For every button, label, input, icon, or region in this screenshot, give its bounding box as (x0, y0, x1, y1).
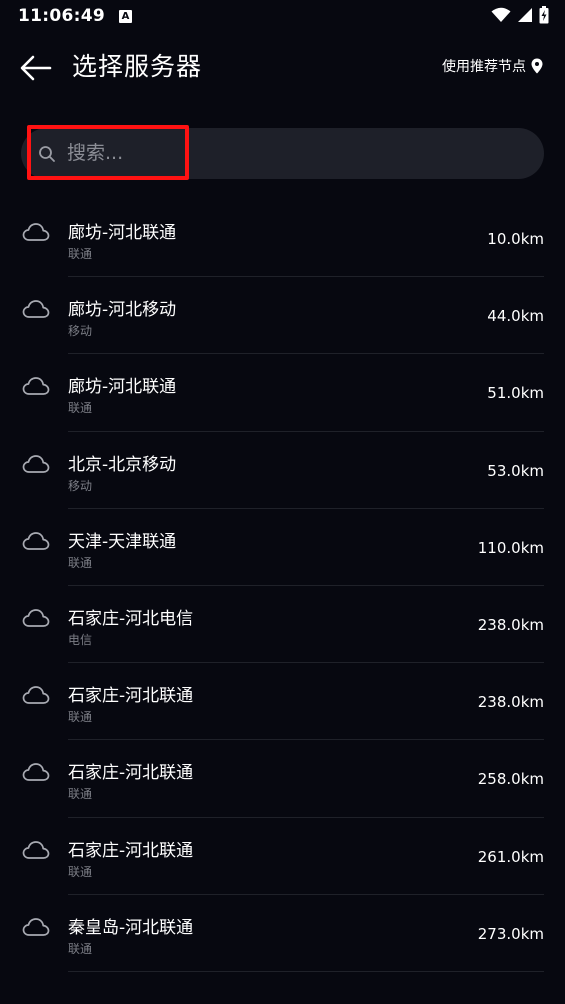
search-input[interactable] (67, 136, 367, 170)
server-name: 石家庄-河北联通 (68, 686, 194, 707)
server-isp: 联通 (68, 864, 93, 879)
cloud-icon (22, 609, 50, 627)
server-name: 廊坊-河北移动 (68, 300, 177, 321)
server-isp: 移动 (68, 324, 93, 339)
server-name: 秦皇岛-河北联通 (68, 917, 194, 938)
server-distance: 53.0km (487, 461, 544, 480)
server-distance: 258.0km (477, 770, 544, 789)
page-title: 选择服务器 (72, 52, 203, 81)
cloud-icon (22, 917, 50, 936)
server-isp: 联通 (68, 555, 93, 570)
server-distance: 238.0km (477, 693, 544, 712)
server-distance: 44.0km (487, 307, 544, 326)
server-row[interactable]: 北京-北京移动 移动 53.0km (0, 432, 565, 509)
server-row[interactable]: 廊坊-河北联通 联通 51.0km (0, 354, 565, 432)
search-icon (39, 146, 55, 162)
server-distance: 10.0km (487, 230, 544, 248)
server-name: 廊坊-河北联通 (68, 223, 177, 243)
back-button[interactable] (18, 50, 54, 86)
cloud-icon (22, 840, 50, 859)
cloud-icon (22, 686, 50, 704)
arrow-left-icon (20, 55, 52, 81)
notification-a-icon: A (118, 9, 132, 23)
cloud-icon (22, 300, 50, 319)
server-distance: 273.0km (477, 924, 544, 943)
server-row[interactable]: 秦皇岛-河北联通 联通 273.0km (0, 895, 565, 972)
signal-icon (518, 8, 532, 22)
server-row[interactable]: 石家庄-河北联通 联通 261.0km (0, 818, 565, 895)
header: 选择服务器 使用推荐节点 (0, 40, 565, 96)
server-isp: 联通 (68, 710, 93, 725)
server-distance: 261.0km (477, 847, 544, 866)
cloud-icon (22, 531, 50, 550)
server-distance: 238.0km (477, 615, 544, 634)
server-name: 石家庄-河北联通 (68, 763, 194, 784)
server-isp: 联通 (68, 247, 93, 261)
server-isp: 联通 (68, 401, 93, 416)
server-row[interactable]: 石家庄-河北电信 电信 238.0km (0, 586, 565, 664)
battery-icon (539, 6, 549, 24)
server-isp: 联通 (68, 941, 93, 956)
cloud-icon (22, 377, 50, 396)
wifi-icon (491, 7, 511, 22)
server-isp: 电信 (68, 632, 93, 647)
search-bar[interactable] (21, 128, 544, 179)
server-row[interactable]: 天津-天津联通 联通 110.0km (0, 509, 565, 586)
cloud-icon (22, 223, 50, 241)
recommend-label: 使用推荐节点 (442, 59, 526, 75)
server-row[interactable]: 石家庄-河北联通 联通 238.0km (0, 663, 565, 741)
status-icons (491, 6, 549, 24)
server-name: 廊坊-河北联通 (68, 377, 177, 398)
status-bar: 11:06:49 A (0, 0, 565, 32)
server-row[interactable]: 廊坊-河北联通 联通 10.0km (0, 200, 565, 278)
server-name: 天津-天津联通 (68, 531, 177, 552)
server-list: 廊坊-河北联通 联通 10.0km 廊坊-河北移动 移动 44.0km 廊坊-河… (0, 200, 565, 972)
server-name: 石家庄-河北联通 (68, 840, 194, 861)
server-name: 北京-北京移动 (68, 454, 177, 475)
cloud-icon (22, 454, 50, 473)
server-row[interactable]: 廊坊-河北移动 移动 44.0km (0, 277, 565, 355)
server-name: 石家庄-河北电信 (68, 608, 194, 629)
location-pin-icon (531, 58, 543, 74)
status-time: 11:06:49 (18, 6, 105, 26)
server-distance: 110.0km (477, 538, 544, 557)
server-isp: 联通 (68, 787, 93, 802)
cloud-icon (22, 763, 50, 782)
use-recommended-node-button[interactable]: 使用推荐节点 (442, 56, 543, 76)
divider (68, 970, 544, 972)
server-distance: 51.0km (487, 384, 544, 403)
server-isp: 移动 (68, 478, 93, 493)
server-row[interactable]: 石家庄-河北联通 联通 258.0km (0, 740, 565, 818)
